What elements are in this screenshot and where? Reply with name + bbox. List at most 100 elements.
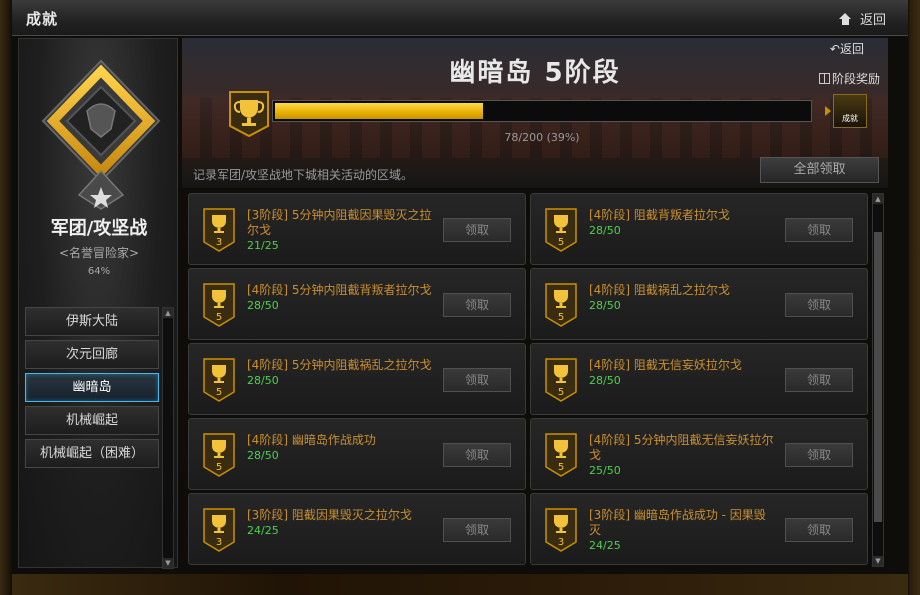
stage-reward-label: 阶段奖励 (831, 72, 880, 86)
achievement-text: [3阶段] 幽暗岛作战成功 - 因果毁灭 (589, 508, 766, 537)
achievement-text: [4阶段] 5分钟内阻截背叛者拉尔戈 (247, 283, 432, 297)
stage-number: 3 (558, 537, 564, 548)
stage-progress-fill (275, 103, 484, 119)
top-back-button[interactable]: 返回 (838, 9, 886, 28)
achievement-progress: 25/50 (589, 464, 621, 477)
achievement-card: 5 [4阶段] 5分钟内阻截无信妄妖拉尔戈 25/50 领取 (530, 418, 868, 490)
achievement-text: [4阶段] 阻截背叛者拉尔戈 (589, 208, 730, 222)
claim-button[interactable]: 领取 (443, 518, 511, 542)
stage-number: 5 (558, 462, 564, 473)
dungeon-item-ciyuan[interactable]: 次元回廊 (25, 340, 159, 369)
category-description: 记录军团/攻坚战地下城相关活动的区域。 (193, 168, 414, 182)
chest-label: 成就 (842, 114, 858, 123)
stage-number: 5 (216, 312, 222, 323)
trophy-icon: 3 (545, 508, 577, 552)
trophy-icon: 5 (545, 283, 577, 327)
achievement-progress: 28/50 (247, 449, 279, 462)
achievement-text: [3阶段] 阻截因果毁灭之拉尔戈 (247, 508, 412, 522)
achievement-text: [3阶段] 5分钟内阻截因果毁灭之拉尔戈 (247, 208, 432, 237)
category-percent: 64% (87, 266, 111, 277)
achievement-progress: 28/50 (247, 299, 279, 312)
achievement-card: 3 [3阶段] 5分钟内阻截因果毁灭之拉尔戈 21/25 领取 (188, 193, 526, 265)
chest-arrow-icon (825, 106, 831, 116)
stage-progress-bar (272, 100, 812, 122)
achievement-text: [4阶段] 5分钟内阻截祸乱之拉尔戈 (247, 358, 432, 372)
dungeon-item-jixie[interactable]: 机械崛起 (25, 406, 159, 435)
achievement-scrollbar[interactable]: ▲ ▼ (872, 193, 884, 567)
achievement-text: [4阶段] 5分钟内阻截无信妄妖拉尔戈 (589, 433, 774, 462)
stage-number: 5 (216, 462, 222, 473)
dungeon-item-youan[interactable]: 幽暗岛 (25, 373, 159, 402)
claim-button[interactable]: 领取 (443, 368, 511, 392)
trophy-icon (229, 91, 269, 138)
stage-number: 3 (216, 237, 222, 248)
achievement-card: 5 [4阶段] 幽暗岛作战成功 28/50 领取 (188, 418, 526, 490)
gift-icon (818, 73, 830, 84)
achievement-card: 5 [4阶段] 5分钟内阻截背叛者拉尔戈 28/50 领取 (188, 268, 526, 340)
scroll-up-arrow[interactable]: ▲ (163, 308, 173, 318)
stage-number: 5 (216, 387, 222, 398)
stage-number: 5 (558, 312, 564, 323)
scroll-up-arrow[interactable]: ▲ (873, 194, 883, 204)
claim-button[interactable]: 领取 (785, 443, 853, 467)
rank-title: <名誉冒险家> (58, 246, 140, 260)
top-back-label: 返回 (859, 13, 886, 28)
achievement-card: 5 [4阶段] 5分钟内阻截祸乱之拉尔戈 28/50 领取 (188, 343, 526, 415)
dungeon-list-scrollbar[interactable]: ▲ ▼ (162, 307, 174, 569)
window-title: 成就 (26, 10, 59, 28)
achievement-progress: 28/50 (589, 374, 621, 387)
category-panel: 军团/攻坚战 <名誉冒险家> 64% 伊斯大陆 次元回廊 幽暗岛 机械崛起 机械… (18, 38, 178, 569)
achievement-progress: 24/25 (247, 524, 279, 537)
claim-button[interactable]: 领取 (785, 368, 853, 392)
achievement-grid: 3 [3阶段] 5分钟内阻截因果毁灭之拉尔戈 21/25 领取 5 [4阶段] 阻截背叛者… (188, 193, 868, 567)
treasure-chest-icon[interactable]: 成就 (825, 94, 867, 128)
dungeon-item-yisi[interactable]: 伊斯大陆 (25, 307, 159, 336)
stage-number: 5 (558, 387, 564, 398)
claim-button[interactable]: 领取 (785, 293, 853, 317)
achievement-progress: 28/50 (589, 224, 621, 237)
stage-progress-text: 78/200 (39%) (504, 131, 580, 144)
achievement-progress: 28/50 (589, 299, 621, 312)
achievement-card: 3 [3阶段] 阻截因果毁灭之拉尔戈 24/25 领取 (188, 493, 526, 565)
claim-button[interactable]: 领取 (443, 218, 511, 242)
achievement-text: [4阶段] 幽暗岛作战成功 (247, 433, 376, 447)
achievement-progress: 28/50 (247, 374, 279, 387)
achievement-card: 5 [4阶段] 阻截背叛者拉尔戈 28/50 领取 (530, 193, 868, 265)
achievement-progress: 24/25 (589, 539, 621, 552)
trophy-icon: 3 (203, 508, 235, 552)
claim-all-button[interactable]: 全部领取 (760, 157, 879, 183)
achievement-text: [4阶段] 阻截祸乱之拉尔戈 (589, 283, 730, 297)
achievement-progress: 21/25 (247, 239, 279, 252)
guild-emblem-icon (41, 59, 161, 210)
achievement-text: [4阶段] 阻截无信妄妖拉尔戈 (589, 358, 742, 372)
claim-button[interactable]: 领取 (443, 293, 511, 317)
stage-number: 3 (216, 537, 222, 548)
stage-back-button[interactable]: ↶返回 (830, 40, 864, 57)
trophy-icon: 3 (203, 208, 235, 252)
trophy-icon: 5 (545, 433, 577, 477)
trophy-icon: 5 (203, 283, 235, 327)
dungeon-item-jixie-hard[interactable]: 机械崛起（困难） (25, 439, 159, 468)
trophy-icon: 5 (203, 358, 235, 402)
title-bar: 成就 返回 (12, 0, 908, 36)
home-icon (838, 12, 852, 25)
back-arrow-icon: ↶ (829, 42, 840, 56)
trophy-icon: 5 (545, 358, 577, 402)
stage-number: 5 (558, 237, 564, 248)
stage-reward-button[interactable]: 阶段奖励 (818, 70, 880, 87)
scroll-down-arrow[interactable]: ▼ (163, 558, 173, 568)
scroll-thumb[interactable] (874, 232, 882, 522)
category-title: 军团/攻坚战 (50, 218, 148, 239)
claim-button[interactable]: 领取 (785, 518, 853, 542)
achievement-window: 成就 返回 军团/攻坚战 <名誉冒险家> 64% 伊斯大陆 次元回廊 幽暗岛 机… (0, 0, 920, 595)
scroll-down-arrow[interactable]: ▼ (873, 556, 883, 566)
claim-button[interactable]: 领取 (443, 443, 511, 467)
achievement-card: 5 [4阶段] 阻截祸乱之拉尔戈 28/50 领取 (530, 268, 868, 340)
claim-button[interactable]: 领取 (785, 218, 853, 242)
dungeon-list: 伊斯大陆 次元回廊 幽暗岛 机械崛起 机械崛起（困难） (25, 307, 159, 472)
trophy-icon: 5 (545, 208, 577, 252)
game-hud-strip (12, 574, 908, 595)
stage-title: 幽暗岛 5阶段 (449, 58, 621, 88)
achievement-card: 5 [4阶段] 阻截无信妄妖拉尔戈 28/50 领取 (530, 343, 868, 415)
achievement-card: 3 [3阶段] 幽暗岛作战成功 - 因果毁灭 24/25 领取 (530, 493, 868, 565)
